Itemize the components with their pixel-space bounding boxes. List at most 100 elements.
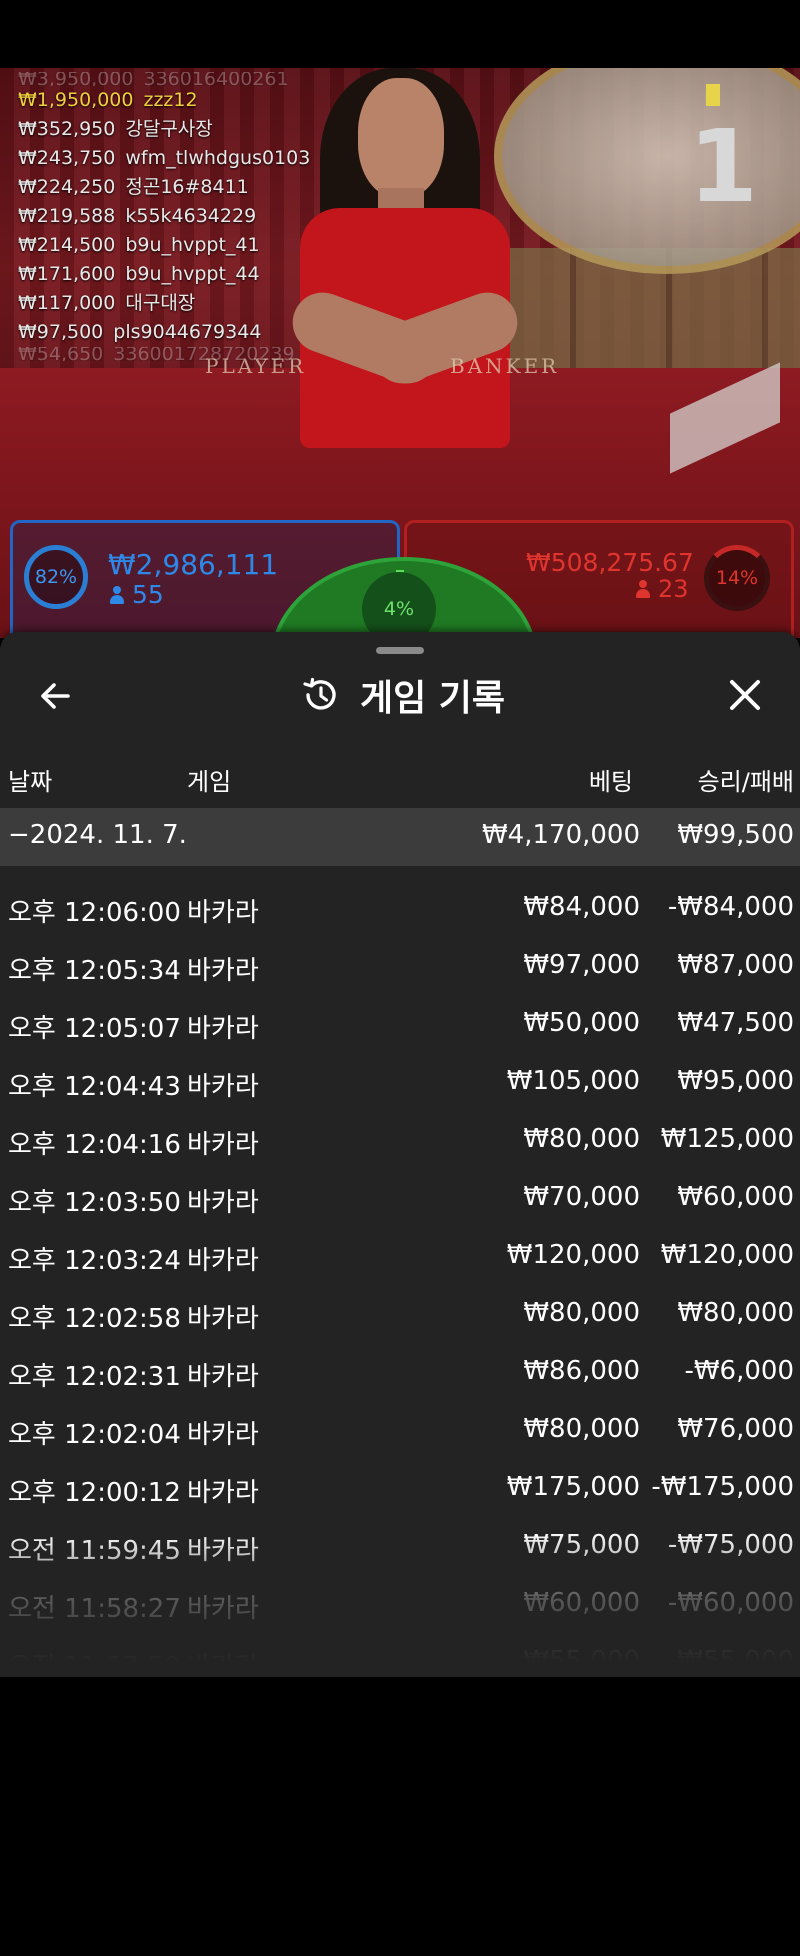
sheet-header: 게임 기록	[300, 670, 505, 720]
sheet-title: 게임 기록	[360, 678, 506, 719]
leaderboard-row: ₩214,500 b9u_hvppt_41	[18, 234, 260, 256]
row-winloss: ₩60,000	[677, 1182, 794, 1212]
history-row[interactable]: 오후 12:02:04 바카라 ₩80,000 ₩76,000	[0, 1402, 800, 1460]
row-bet: ₩84,000	[523, 892, 640, 922]
row-game: 바카라	[187, 1478, 259, 1508]
row-game: 바카라	[187, 1420, 259, 1450]
row-time: 오후 12:05:34	[8, 956, 181, 986]
row-time: 오후 12:00:12	[8, 1478, 181, 1508]
player-percent-ring: 82%	[24, 545, 88, 609]
row-bet: ₩50,000	[523, 1008, 640, 1038]
history-row[interactable]: 오후 12:05:07 바카라 ₩50,000 ₩47,500	[0, 996, 800, 1054]
row-time: 오후 12:02:58	[8, 1304, 181, 1334]
row-bet: ₩86,000	[523, 1356, 640, 1386]
row-game: 바카라	[187, 1594, 259, 1624]
player-total-bet: ₩2,986,111	[108, 548, 279, 581]
sheet-drag-handle[interactable]	[376, 647, 424, 654]
history-row[interactable]: 오후 12:03:24 바카라 ₩120,000 ₩120,000	[0, 1228, 800, 1286]
history-row[interactable]: 오후 12:02:58 바카라 ₩80,000 ₩80,000	[0, 1286, 800, 1344]
round-number: 1	[688, 108, 758, 225]
history-row[interactable]: 오전 11:58:27 바카라 ₩60,000 -₩60,000	[0, 1576, 800, 1634]
row-time: 오전 11:58:27	[8, 1594, 181, 1624]
game-history-sheet: 게임 기록 날짜 게임 베팅 승리/패배 −2024. 11. 7. ₩4,17…	[0, 632, 800, 1677]
row-game: 바카라	[187, 1652, 259, 1677]
row-time: 오후 12:03:50	[8, 1188, 181, 1218]
leaderboard-row: ₩54,650 336001728720239	[18, 347, 295, 361]
row-time: 오후 12:04:43	[8, 1072, 181, 1102]
header-date: 날짜	[8, 768, 53, 796]
row-winloss: -₩60,000	[667, 1588, 794, 1618]
row-time: 오전 11:59:45	[8, 1536, 181, 1566]
close-icon	[730, 680, 760, 710]
date-group-label: −2024. 11. 7.	[8, 820, 187, 850]
history-icon	[303, 677, 336, 710]
header-bet: 베팅	[588, 768, 633, 796]
leaderboard-row: ₩117,000 대구대장	[18, 292, 196, 314]
history-row[interactable]: 오전 11:57:59 바카라 ₩55,000 -₩55,000	[0, 1634, 800, 1677]
date-group-row[interactable]: −2024. 11. 7. ₩4,170,000 ₩99,500	[0, 808, 800, 866]
dealer-face	[358, 78, 444, 198]
row-time: 오후 12:02:04	[8, 1420, 181, 1450]
row-bet: ₩80,000	[523, 1414, 640, 1444]
leaderboard-row: ₩1,950,000 zzz12	[18, 89, 198, 111]
row-bet: ₩97,000	[523, 950, 640, 980]
header-game: 게임	[187, 768, 232, 796]
history-row[interactable]: 오후 12:02:31 바카라 ₩86,000 -₩6,000	[0, 1344, 800, 1402]
person-icon	[110, 586, 124, 604]
row-bet: ₩60,000	[523, 1588, 640, 1618]
row-winloss: -₩75,000	[667, 1530, 794, 1560]
row-winloss: ₩76,000	[677, 1414, 794, 1444]
arrow-left-icon	[41, 683, 70, 709]
row-game: 바카라	[187, 1014, 259, 1044]
winners-leaderboard: ₩3,950,000 336016400261 ₩1,950,000 zzz12 ₩…	[18, 72, 310, 361]
row-bet: ₩175,000	[506, 1472, 640, 1502]
row-time: 오전 11:57:59	[8, 1652, 181, 1677]
date-group-total-bet: ₩4,170,000	[481, 820, 640, 850]
header-winloss: 승리/패배	[697, 768, 794, 796]
leaderboard-row: ₩219,588 k55k4634229	[18, 205, 257, 227]
history-row[interactable]: 오후 12:04:43 바카라 ₩105,000 ₩95,000	[0, 1054, 800, 1112]
row-game: 바카라	[187, 1304, 259, 1334]
row-winloss: -₩6,000	[684, 1356, 794, 1386]
row-game: 바카라	[187, 1188, 259, 1218]
history-row[interactable]: 오전 11:59:45 바카라 ₩75,000 -₩75,000	[0, 1518, 800, 1576]
row-bet: ₩80,000	[523, 1298, 640, 1328]
row-winloss: ₩95,000	[677, 1066, 794, 1096]
table-header: 날짜 게임 베팅 승리/패배	[0, 762, 800, 802]
leaderboard-row: ₩224,250 정곤16#8411	[18, 176, 249, 198]
history-row[interactable]: 오후 12:05:34 바카라 ₩97,000 ₩87,000	[0, 938, 800, 996]
row-game: 바카라	[187, 898, 259, 928]
history-row[interactable]: 오후 12:06:00 바카라 ₩84,000 -₩84,000	[0, 880, 800, 938]
row-winloss: -₩84,000	[667, 892, 794, 922]
leaderboard-row: ₩97,500 pls9044679344	[18, 321, 262, 343]
row-time: 오후 12:02:31	[8, 1362, 181, 1392]
row-time: 오후 12:03:24	[8, 1246, 181, 1276]
row-game: 바카라	[187, 1130, 259, 1160]
leaderboard-row: ₩352,950 강달구사장	[18, 118, 213, 140]
back-button[interactable]	[34, 674, 78, 718]
row-winloss: -₩175,000	[651, 1472, 794, 1502]
row-time: 오후 12:04:16	[8, 1130, 181, 1160]
close-button[interactable]	[722, 672, 768, 718]
row-winloss: -₩55,000	[667, 1646, 794, 1676]
row-time: 오후 12:06:00	[8, 898, 181, 928]
history-row[interactable]: 오후 12:04:16 바카라 ₩80,000 ₩125,000	[0, 1112, 800, 1170]
row-game: 바카라	[187, 956, 259, 986]
date-group-total-winloss: ₩99,500	[677, 820, 794, 850]
row-bet: ₩70,000	[523, 1182, 640, 1212]
row-winloss: ₩80,000	[677, 1298, 794, 1328]
leaderboard-row: ₩243,750 wfm_tlwhdgus0103	[18, 147, 311, 169]
history-list: 오후 12:06:00 바카라 ₩84,000 -₩84,000 오후 12:05:3…	[0, 880, 800, 1677]
row-bet: ₩75,000	[523, 1530, 640, 1560]
history-row[interactable]: 오후 12:03:50 바카라 ₩70,000 ₩60,000	[0, 1170, 800, 1228]
row-bet: ₩80,000	[523, 1124, 640, 1154]
banker-total-bet: ₩508,275.67	[526, 548, 694, 577]
person-icon	[636, 580, 650, 598]
history-row[interactable]: 오후 12:00:12 바카라 ₩175,000 -₩175,000	[0, 1460, 800, 1518]
banker-bettor-count: 23	[636, 575, 689, 603]
row-winloss: ₩47,500	[677, 1008, 794, 1038]
row-winloss: ₩87,000	[677, 950, 794, 980]
row-game: 바카라	[187, 1072, 259, 1102]
row-time: 오후 12:05:07	[8, 1014, 181, 1044]
row-bet: ₩120,000	[506, 1240, 640, 1270]
